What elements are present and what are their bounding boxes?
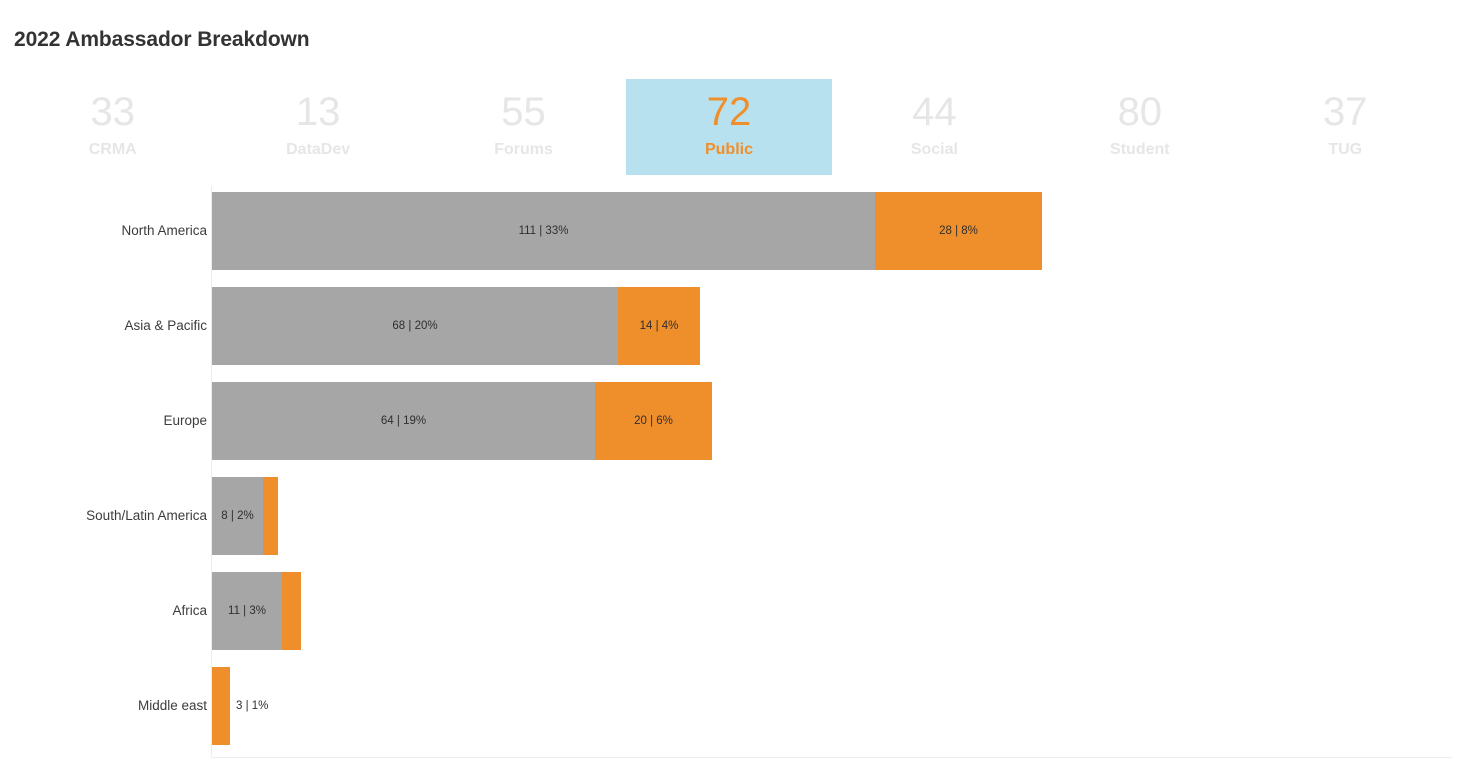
bar-row-label: South/Latin America [86,508,207,523]
kpi-value: 37 [1322,90,1368,134]
bar-row: Middle east 3 | 1% [0,667,1458,745]
bar-row-label: Middle east [137,698,207,713]
bar-segment-orange-label: 3 | 1% [236,700,269,712]
kpi-tile-row: 33 CRMA 13 DataDev 55 Forums 72 Public 44 Social 8… [10,79,1448,175]
bar-row: North America 111 | 33% 28 | 8% [0,192,1458,270]
bar-segment-orange[interactable] [282,572,301,650]
kpi-tile-tug[interactable]: 37 TUG [1243,79,1448,175]
kpi-value: 72 [706,90,752,134]
kpi-value: 80 [1117,90,1163,134]
bar-segment-orange[interactable] [875,192,1042,270]
kpi-value: 44 [912,90,957,134]
bar-row: Africa 11 | 3% [0,572,1458,650]
bar-segment-orange[interactable] [263,477,278,555]
kpi-tile-student[interactable]: 80 Student [1037,79,1242,175]
bar-row: Europe 64 | 19% 20 | 6% [0,382,1458,460]
kpi-label: DataDev [286,141,351,158]
bar-row: South/Latin America 8 | 2% [0,477,1458,555]
kpi-label: CRMA [88,141,137,158]
kpi-label: Student [1110,141,1170,158]
bar-row-label: Europe [163,413,207,428]
bar-segment-orange[interactable] [595,382,712,460]
kpi-tile-social[interactable]: 44 Social [832,79,1037,175]
page-title: 2022 Ambassador Breakdown [14,28,310,51]
bar-row-label: Asia & Pacific [124,318,207,333]
bar-row-label: North America [121,223,207,238]
bar-row-label: Africa [172,603,207,618]
dashboard-page: 2022 Ambassador Breakdown 33 CRMA 13 DataDe… [0,0,1458,765]
kpi-value: 13 [295,90,341,134]
bar-row: Asia & Pacific 68 | 20% 14 | 4% [0,287,1458,365]
bar-segment-gray[interactable] [212,287,618,365]
kpi-label: Public [704,141,753,158]
kpi-value: 55 [501,90,546,134]
chart-horizontal-axis-line [212,757,1452,758]
kpi-tile-forums[interactable]: 55 Forums [421,79,626,175]
kpi-tile-crma[interactable]: 33 CRMA [10,79,215,175]
kpi-tile-datadev[interactable]: 13 DataDev [215,79,420,175]
bar-segment-gray[interactable] [212,192,875,270]
kpi-value: 33 [90,90,135,134]
bar-segment-gray[interactable] [212,477,263,555]
bar-segment-gray[interactable] [212,572,282,650]
kpi-tile-public[interactable]: 72 Public [626,79,832,175]
bar-segment-orange[interactable] [618,287,700,365]
stacked-bar-chart: North America 111 | 33% 28 | 8% Asia & Paci… [0,186,1458,761]
bar-segment-gray[interactable] [212,382,595,460]
kpi-label: Forums [494,141,553,158]
kpi-label: Social [910,141,958,158]
bar-segment-orange[interactable] [212,667,230,745]
kpi-label: TUG [1328,141,1363,158]
